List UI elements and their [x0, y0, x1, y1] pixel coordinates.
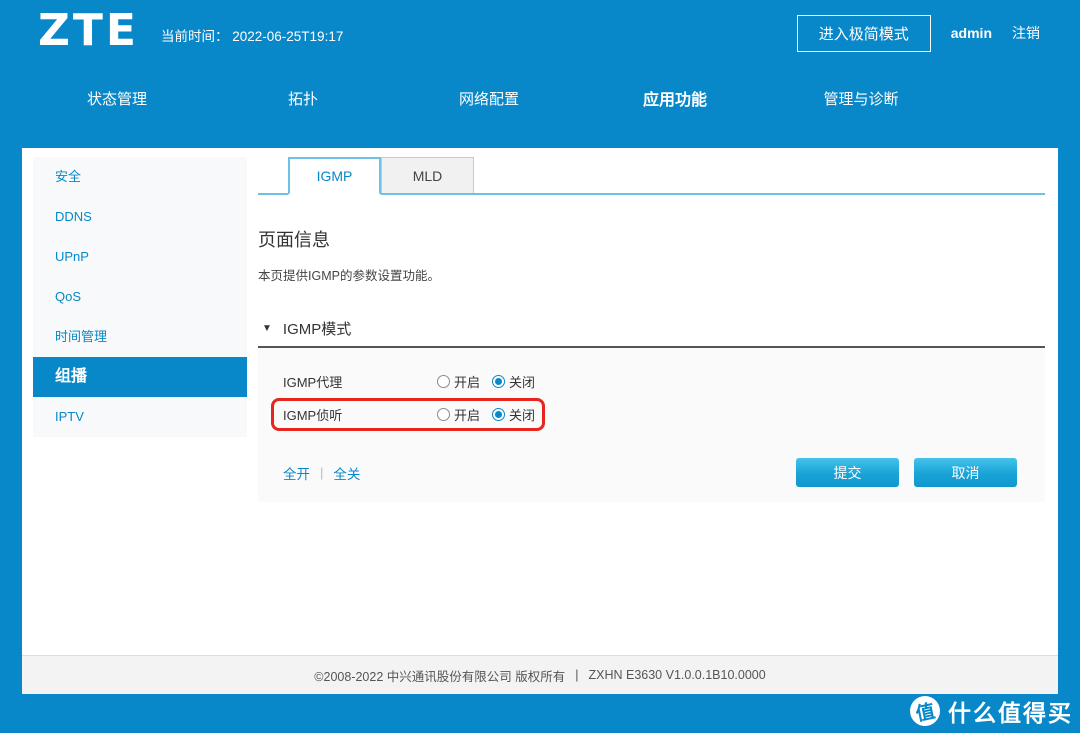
smzdm-watermark-text: 什么值得买: [948, 700, 1073, 726]
sidebar-item-time-management[interactable]: 时间管理: [33, 317, 247, 357]
section-title: IGMP模式: [282, 321, 352, 338]
sidebar: 安全 DDNS UPnP QoS 时间管理 组播 IPTV: [22, 148, 247, 655]
link-separator: |: [320, 465, 324, 480]
current-time-value: 2022-06-25T19:17: [232, 29, 344, 44]
igmp-proxy-on-option[interactable]: 开启: [437, 372, 480, 391]
content-card: 安全 DDNS UPnP QoS 时间管理 组播 IPTV IGMP MLD 页…: [22, 148, 1058, 694]
page-info-title: 页面信息: [258, 230, 330, 250]
radio-selected-icon[interactable]: [492, 375, 506, 388]
cancel-button[interactable]: 取消: [914, 458, 1017, 487]
nav-item-network-config[interactable]: 网络配置: [396, 88, 582, 109]
nav-item-management-diagnosis[interactable]: 管理与诊断: [768, 88, 954, 109]
igmp-snooping-off-label: 关闭: [509, 408, 536, 423]
actions-row: 全开 | 全关 提交 取消: [258, 458, 1045, 487]
radio-unselected-icon[interactable]: [437, 375, 450, 388]
sidebar-item-multicast[interactable]: 组播: [33, 357, 247, 397]
igmp-snooping-off-option[interactable]: 关闭: [492, 405, 535, 424]
all-off-link[interactable]: 全关: [333, 463, 360, 483]
igmp-snooping-on-label: 开启: [454, 408, 481, 423]
footer-version: ZXHN E3630 V1.0.0.1B10.0000: [588, 668, 766, 682]
nav-item-topology[interactable]: 拓扑: [210, 88, 396, 109]
nav-item-status[interactable]: 状态管理: [24, 88, 210, 109]
main-content: IGMP MLD 页面信息 本页提供IGMP的参数设置功能。 ▼ IGMP模式 …: [247, 148, 1058, 655]
collapse-triangle-icon[interactable]: ▼: [262, 323, 272, 334]
radio-selected-icon[interactable]: [492, 408, 506, 421]
sidebar-item-qos[interactable]: QoS: [33, 277, 247, 317]
radio-unselected-icon[interactable]: [437, 408, 450, 421]
tab-bar: IGMP MLD: [258, 157, 1045, 195]
smzdm-badge-icon: 值: [907, 693, 943, 729]
form-buttons: 提交 取消: [796, 458, 1017, 487]
smzdm-watermark: 值 什么值得买: [907, 693, 1073, 729]
sidebar-item-ddns[interactable]: DDNS: [33, 197, 247, 237]
igmp-snooping-on-option[interactable]: 开启: [437, 405, 480, 424]
logout-link[interactable]: 注销: [1012, 23, 1040, 43]
current-time-label: 当前时间：: [160, 29, 229, 44]
all-on-link[interactable]: 全开: [283, 463, 310, 483]
sidebar-panel: 安全 DDNS UPnP QoS 时间管理 组播 IPTV: [33, 157, 247, 437]
igmp-proxy-radio-group: 开启 关闭: [437, 372, 535, 391]
current-time: 当前时间： 2022-06-25T19:17: [161, 25, 343, 45]
igmp-mode-section-header[interactable]: ▼ IGMP模式: [258, 318, 1045, 348]
sidebar-item-security[interactable]: 安全: [33, 157, 247, 197]
igmp-snooping-radio-group: 开启 关闭: [437, 405, 535, 424]
footer-separator: |: [575, 668, 579, 682]
igmp-proxy-on-label: 开启: [454, 375, 481, 390]
igmp-mode-form: IGMP代理 开启 关闭 IGMP侦听 开启 关闭 全开 | 全关 提交 取消: [258, 348, 1045, 502]
igmp-proxy-off-label: 关闭: [509, 375, 536, 390]
username-label[interactable]: admin: [951, 25, 992, 41]
main-nav: 状态管理 拓扑 网络配置 应用功能 管理与诊断: [0, 62, 1080, 148]
igmp-proxy-label: IGMP代理: [283, 375, 343, 390]
header: ZTE 当前时间： 2022-06-25T19:17 进入极简模式 admin …: [0, 0, 1080, 62]
enter-simple-mode-button[interactable]: 进入极简模式: [796, 14, 931, 52]
footer-copyright: ©2008-2022 中兴通讯股份有限公司 版权所有: [314, 669, 566, 684]
header-right: 进入极简模式 admin 注销: [796, 14, 1040, 52]
bulk-links: 全开 | 全关: [283, 463, 360, 483]
sidebar-item-iptv[interactable]: IPTV: [33, 397, 247, 437]
tab-igmp[interactable]: IGMP: [288, 157, 381, 195]
sidebar-item-upnp[interactable]: UPnP: [33, 237, 247, 277]
igmp-proxy-row: IGMP代理 开启 关闭: [258, 365, 1045, 398]
tab-mld[interactable]: MLD: [381, 157, 474, 193]
footer: ©2008-2022 中兴通讯股份有限公司 版权所有 | ZXHN E3630 …: [22, 655, 1058, 694]
annotation-highlight-box: IGMP侦听 开启 关闭: [271, 398, 545, 431]
submit-button[interactable]: 提交: [796, 458, 899, 487]
zte-logo: ZTE: [38, 5, 139, 56]
igmp-proxy-off-option[interactable]: 关闭: [492, 372, 535, 391]
card-body: 安全 DDNS UPnP QoS 时间管理 组播 IPTV IGMP MLD 页…: [22, 148, 1058, 655]
page-info-description: 本页提供IGMP的参数设置功能。: [258, 269, 440, 283]
nav-item-application[interactable]: 应用功能: [582, 86, 768, 110]
igmp-snooping-label: IGMP侦听: [283, 408, 343, 423]
